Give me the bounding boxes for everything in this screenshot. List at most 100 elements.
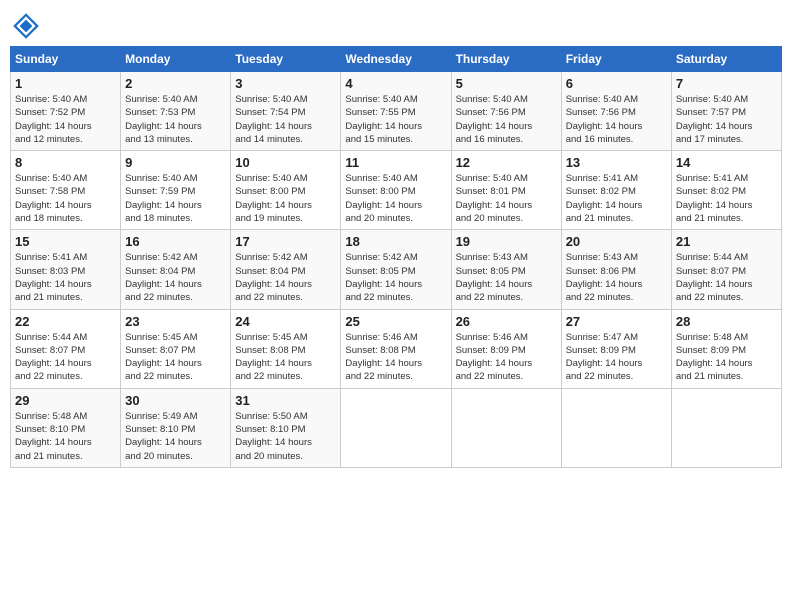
week-row-3: 15 Sunrise: 5:41 AM Sunset: 8:03 PM Dayl…: [11, 230, 782, 309]
calendar-header: SundayMondayTuesdayWednesdayThursdayFrid…: [11, 47, 782, 72]
day-info: Sunrise: 5:50 AM Sunset: 8:10 PM Dayligh…: [235, 410, 336, 463]
logo-icon: [10, 10, 42, 42]
calendar-cell: 13 Sunrise: 5:41 AM Sunset: 8:02 PM Dayl…: [561, 151, 671, 230]
calendar-cell: 4 Sunrise: 5:40 AM Sunset: 7:55 PM Dayli…: [341, 72, 451, 151]
day-number: 25: [345, 314, 446, 329]
column-header-thursday: Thursday: [451, 47, 561, 72]
day-number: 13: [566, 155, 667, 170]
day-info: Sunrise: 5:42 AM Sunset: 8:04 PM Dayligh…: [125, 251, 226, 304]
calendar-cell: 22 Sunrise: 5:44 AM Sunset: 8:07 PM Dayl…: [11, 309, 121, 388]
calendar-cell: 21 Sunrise: 5:44 AM Sunset: 8:07 PM Dayl…: [671, 230, 781, 309]
day-info: Sunrise: 5:40 AM Sunset: 7:52 PM Dayligh…: [15, 93, 116, 146]
day-number: 11: [345, 155, 446, 170]
calendar-cell: 30 Sunrise: 5:49 AM Sunset: 8:10 PM Dayl…: [121, 388, 231, 467]
calendar-cell: [561, 388, 671, 467]
day-info: Sunrise: 5:46 AM Sunset: 8:09 PM Dayligh…: [456, 331, 557, 384]
day-number: 4: [345, 76, 446, 91]
day-info: Sunrise: 5:48 AM Sunset: 8:10 PM Dayligh…: [15, 410, 116, 463]
calendar-cell: 10 Sunrise: 5:40 AM Sunset: 8:00 PM Dayl…: [231, 151, 341, 230]
day-number: 19: [456, 234, 557, 249]
day-number: 14: [676, 155, 777, 170]
day-number: 31: [235, 393, 336, 408]
calendar-cell: 14 Sunrise: 5:41 AM Sunset: 8:02 PM Dayl…: [671, 151, 781, 230]
day-number: 3: [235, 76, 336, 91]
calendar-cell: 11 Sunrise: 5:40 AM Sunset: 8:00 PM Dayl…: [341, 151, 451, 230]
calendar-cell: [451, 388, 561, 467]
calendar-cell: 15 Sunrise: 5:41 AM Sunset: 8:03 PM Dayl…: [11, 230, 121, 309]
day-info: Sunrise: 5:42 AM Sunset: 8:05 PM Dayligh…: [345, 251, 446, 304]
day-number: 9: [125, 155, 226, 170]
column-header-wednesday: Wednesday: [341, 47, 451, 72]
calendar-cell: 24 Sunrise: 5:45 AM Sunset: 8:08 PM Dayl…: [231, 309, 341, 388]
header-row: SundayMondayTuesdayWednesdayThursdayFrid…: [11, 47, 782, 72]
week-row-4: 22 Sunrise: 5:44 AM Sunset: 8:07 PM Dayl…: [11, 309, 782, 388]
day-info: Sunrise: 5:44 AM Sunset: 8:07 PM Dayligh…: [676, 251, 777, 304]
day-info: Sunrise: 5:43 AM Sunset: 8:05 PM Dayligh…: [456, 251, 557, 304]
calendar-cell: 27 Sunrise: 5:47 AM Sunset: 8:09 PM Dayl…: [561, 309, 671, 388]
calendar-cell: 7 Sunrise: 5:40 AM Sunset: 7:57 PM Dayli…: [671, 72, 781, 151]
calendar-cell: 17 Sunrise: 5:42 AM Sunset: 8:04 PM Dayl…: [231, 230, 341, 309]
day-info: Sunrise: 5:40 AM Sunset: 8:01 PM Dayligh…: [456, 172, 557, 225]
day-info: Sunrise: 5:41 AM Sunset: 8:03 PM Dayligh…: [15, 251, 116, 304]
day-info: Sunrise: 5:43 AM Sunset: 8:06 PM Dayligh…: [566, 251, 667, 304]
day-info: Sunrise: 5:40 AM Sunset: 7:59 PM Dayligh…: [125, 172, 226, 225]
day-number: 24: [235, 314, 336, 329]
day-info: Sunrise: 5:40 AM Sunset: 7:53 PM Dayligh…: [125, 93, 226, 146]
day-number: 26: [456, 314, 557, 329]
calendar-cell: 19 Sunrise: 5:43 AM Sunset: 8:05 PM Dayl…: [451, 230, 561, 309]
column-header-saturday: Saturday: [671, 47, 781, 72]
day-number: 21: [676, 234, 777, 249]
calendar-cell: 5 Sunrise: 5:40 AM Sunset: 7:56 PM Dayli…: [451, 72, 561, 151]
day-number: 12: [456, 155, 557, 170]
day-info: Sunrise: 5:49 AM Sunset: 8:10 PM Dayligh…: [125, 410, 226, 463]
day-info: Sunrise: 5:40 AM Sunset: 7:56 PM Dayligh…: [566, 93, 667, 146]
header: [10, 10, 782, 42]
calendar-cell: 20 Sunrise: 5:43 AM Sunset: 8:06 PM Dayl…: [561, 230, 671, 309]
week-row-5: 29 Sunrise: 5:48 AM Sunset: 8:10 PM Dayl…: [11, 388, 782, 467]
calendar-cell: 31 Sunrise: 5:50 AM Sunset: 8:10 PM Dayl…: [231, 388, 341, 467]
day-info: Sunrise: 5:40 AM Sunset: 7:58 PM Dayligh…: [15, 172, 116, 225]
calendar-cell: 25 Sunrise: 5:46 AM Sunset: 8:08 PM Dayl…: [341, 309, 451, 388]
day-info: Sunrise: 5:41 AM Sunset: 8:02 PM Dayligh…: [676, 172, 777, 225]
calendar-cell: 6 Sunrise: 5:40 AM Sunset: 7:56 PM Dayli…: [561, 72, 671, 151]
column-header-tuesday: Tuesday: [231, 47, 341, 72]
column-header-friday: Friday: [561, 47, 671, 72]
calendar-table: SundayMondayTuesdayWednesdayThursdayFrid…: [10, 46, 782, 468]
day-number: 15: [15, 234, 116, 249]
day-number: 6: [566, 76, 667, 91]
calendar-cell: 23 Sunrise: 5:45 AM Sunset: 8:07 PM Dayl…: [121, 309, 231, 388]
day-info: Sunrise: 5:40 AM Sunset: 8:00 PM Dayligh…: [345, 172, 446, 225]
day-info: Sunrise: 5:42 AM Sunset: 8:04 PM Dayligh…: [235, 251, 336, 304]
logo: [10, 10, 46, 42]
calendar-cell: 16 Sunrise: 5:42 AM Sunset: 8:04 PM Dayl…: [121, 230, 231, 309]
column-header-sunday: Sunday: [11, 47, 121, 72]
day-info: Sunrise: 5:40 AM Sunset: 7:55 PM Dayligh…: [345, 93, 446, 146]
calendar-cell: 3 Sunrise: 5:40 AM Sunset: 7:54 PM Dayli…: [231, 72, 341, 151]
day-info: Sunrise: 5:40 AM Sunset: 7:57 PM Dayligh…: [676, 93, 777, 146]
day-info: Sunrise: 5:46 AM Sunset: 8:08 PM Dayligh…: [345, 331, 446, 384]
calendar-cell: [671, 388, 781, 467]
calendar-cell: 8 Sunrise: 5:40 AM Sunset: 7:58 PM Dayli…: [11, 151, 121, 230]
day-info: Sunrise: 5:48 AM Sunset: 8:09 PM Dayligh…: [676, 331, 777, 384]
calendar-cell: 28 Sunrise: 5:48 AM Sunset: 8:09 PM Dayl…: [671, 309, 781, 388]
column-header-monday: Monday: [121, 47, 231, 72]
calendar-cell: [341, 388, 451, 467]
day-number: 5: [456, 76, 557, 91]
day-number: 1: [15, 76, 116, 91]
day-number: 27: [566, 314, 667, 329]
calendar-cell: 1 Sunrise: 5:40 AM Sunset: 7:52 PM Dayli…: [11, 72, 121, 151]
day-number: 2: [125, 76, 226, 91]
calendar-cell: 12 Sunrise: 5:40 AM Sunset: 8:01 PM Dayl…: [451, 151, 561, 230]
day-number: 7: [676, 76, 777, 91]
day-info: Sunrise: 5:40 AM Sunset: 7:54 PM Dayligh…: [235, 93, 336, 146]
day-number: 30: [125, 393, 226, 408]
day-info: Sunrise: 5:40 AM Sunset: 7:56 PM Dayligh…: [456, 93, 557, 146]
day-info: Sunrise: 5:47 AM Sunset: 8:09 PM Dayligh…: [566, 331, 667, 384]
calendar-cell: 2 Sunrise: 5:40 AM Sunset: 7:53 PM Dayli…: [121, 72, 231, 151]
day-number: 18: [345, 234, 446, 249]
day-number: 17: [235, 234, 336, 249]
calendar-body: 1 Sunrise: 5:40 AM Sunset: 7:52 PM Dayli…: [11, 72, 782, 468]
week-row-1: 1 Sunrise: 5:40 AM Sunset: 7:52 PM Dayli…: [11, 72, 782, 151]
calendar-cell: 29 Sunrise: 5:48 AM Sunset: 8:10 PM Dayl…: [11, 388, 121, 467]
day-info: Sunrise: 5:45 AM Sunset: 8:07 PM Dayligh…: [125, 331, 226, 384]
